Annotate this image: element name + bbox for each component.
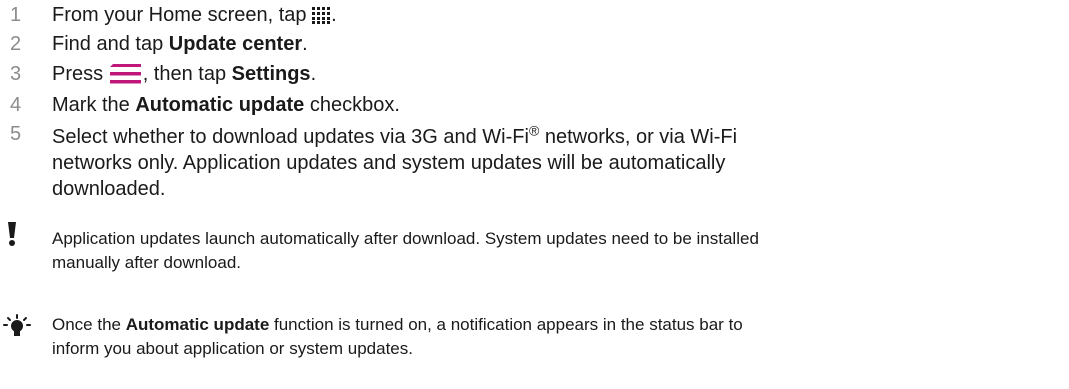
step-text-part: . (331, 4, 337, 26)
step-text-part: Press (52, 63, 109, 85)
step-text-part: downloaded. (52, 178, 166, 200)
step-number: 4 (10, 94, 22, 116)
warning-text: Application updates launch automatically… (52, 227, 1062, 275)
tip-bold-label: Automatic update (125, 315, 270, 334)
step-text: Find and tap Update center. (52, 31, 1052, 57)
step-text-part: . (302, 33, 308, 55)
registered-mark: ® (528, 122, 540, 139)
warning-text-line: manually after download. (52, 253, 242, 272)
step-text-part: networks only. Application updates and s… (52, 152, 726, 174)
step-text-part: Select whether to download updates via 3… (52, 126, 529, 148)
step-text-part: Find and tap (52, 33, 169, 55)
step-text-part: , then tap (142, 63, 232, 85)
step-text: Select whether to download updates via 3… (52, 122, 1052, 202)
step-text: From your Home screen, tap . (52, 2, 1052, 29)
tip-text: Once the Automatic update function is tu… (52, 313, 1062, 361)
lightbulb-icon (2, 314, 32, 345)
step-text: Press , then tap Settings. (52, 61, 1052, 88)
step-number: 1 (10, 4, 22, 26)
step-text-part: From your Home screen, tap (52, 4, 313, 26)
tip-text-part: inform you about application or system u… (52, 339, 413, 358)
warning-text-line: Application updates launch automatically… (52, 229, 759, 248)
step-text-part: . (310, 63, 317, 85)
step-text-part: networks, or via Wi-Fi (539, 126, 738, 148)
apps-grid-icon (312, 3, 331, 29)
step-text-part: Mark the (52, 94, 136, 116)
tip-text-part: Once the (52, 315, 126, 334)
menu-lines-icon (109, 62, 143, 88)
step-text: Mark the Automatic update checkbox. (52, 92, 1052, 118)
step-number: 2 (10, 33, 22, 55)
step-bold-label: Automatic update (135, 94, 305, 116)
tip-text-part: function is turned on, a notification ap… (269, 315, 743, 334)
step-bold-label: Settings (231, 63, 311, 85)
step-bold-label: Update center (168, 33, 303, 55)
step-text-part: checkbox. (304, 94, 400, 116)
step-number: 5 (10, 123, 22, 145)
step-number: 3 (10, 63, 22, 85)
exclamation-icon (6, 222, 18, 253)
